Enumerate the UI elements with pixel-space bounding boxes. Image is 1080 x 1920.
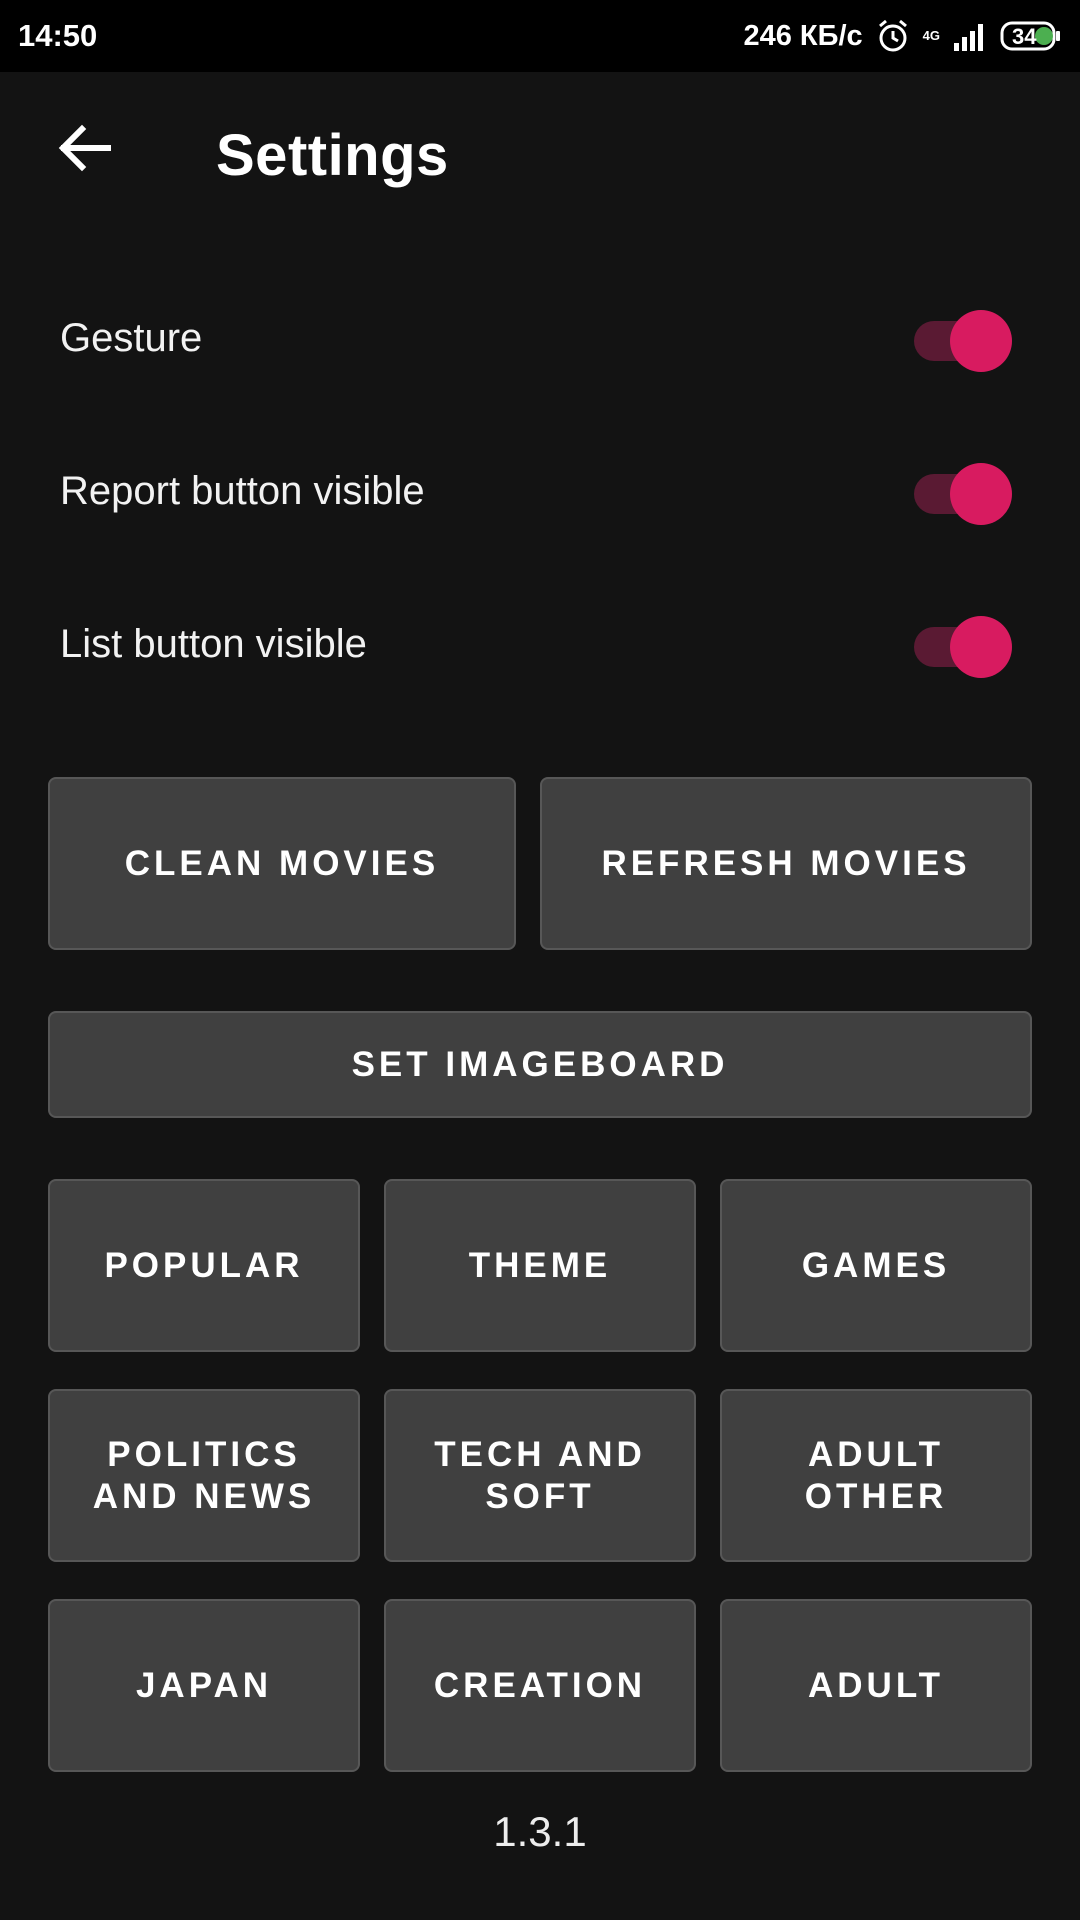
battery-icon: 34 bbox=[1000, 21, 1062, 51]
status-indicators: 246 КБ/с 4G 34 bbox=[743, 14, 1062, 58]
back-button[interactable] bbox=[46, 112, 122, 188]
button-label: SET IMAGEBOARD bbox=[351, 1044, 729, 1084]
app-bar: Settings bbox=[0, 72, 1080, 244]
gesture-switch[interactable] bbox=[912, 310, 1012, 372]
button-label: ADULT bbox=[808, 1665, 944, 1705]
button-label: GAMES bbox=[801, 1245, 951, 1285]
category-theme-button[interactable]: THEME bbox=[384, 1179, 696, 1352]
category-popular-button[interactable]: POPULAR bbox=[48, 1179, 360, 1352]
status-time: 14:50 bbox=[18, 18, 98, 53]
category-adult-other-button[interactable]: ADULT OTHER bbox=[720, 1389, 1032, 1562]
setting-row-list-button: List button visible bbox=[0, 586, 1080, 706]
arrow-left-icon bbox=[56, 123, 112, 178]
network-type: 4G bbox=[922, 28, 940, 43]
button-label: POPULAR bbox=[104, 1245, 304, 1285]
button-label: POLITICS AND NEWS bbox=[92, 1434, 316, 1516]
category-tech-button[interactable]: TECH AND SOFT bbox=[384, 1389, 696, 1562]
switch-thumb bbox=[950, 463, 1012, 525]
clean-movies-button[interactable]: CLEAN MOVIES bbox=[48, 777, 516, 950]
setting-label: List button visible bbox=[60, 622, 367, 666]
setting-row-gesture: Gesture bbox=[0, 280, 1080, 400]
button-label: TECH AND SOFT bbox=[434, 1434, 646, 1516]
category-adult-button[interactable]: ADULT bbox=[720, 1599, 1032, 1772]
status-bar: 14:50 246 КБ/с 4G 34 bbox=[0, 0, 1080, 72]
button-label: THEME bbox=[468, 1245, 612, 1285]
setting-label: Report button visible bbox=[60, 469, 425, 513]
button-label: ADULT OTHER bbox=[804, 1434, 948, 1516]
category-creation-button[interactable]: CREATION bbox=[384, 1599, 696, 1772]
battery-level: 34 bbox=[1012, 24, 1037, 49]
button-label: CREATION bbox=[433, 1665, 647, 1705]
category-japan-button[interactable]: JAPAN bbox=[48, 1599, 360, 1772]
category-politics-button[interactable]: POLITICS AND NEWS bbox=[48, 1389, 360, 1562]
button-label: JAPAN bbox=[135, 1665, 273, 1705]
list-button-switch[interactable] bbox=[912, 616, 1012, 678]
network-speed: 246 КБ/с bbox=[743, 19, 863, 52]
signal-icon bbox=[952, 21, 988, 51]
set-imageboard-button[interactable]: SET IMAGEBOARD bbox=[48, 1011, 1032, 1118]
button-label: CLEAN MOVIES bbox=[124, 843, 440, 883]
switch-thumb bbox=[950, 310, 1012, 372]
page-title: Settings bbox=[216, 123, 449, 188]
app-version: 1.3.1 bbox=[493, 1808, 587, 1855]
setting-row-report-button: Report button visible bbox=[0, 433, 1080, 553]
refresh-movies-button[interactable]: REFRESH MOVIES bbox=[540, 777, 1032, 950]
alarm-icon bbox=[875, 18, 911, 54]
setting-label: Gesture bbox=[60, 316, 203, 360]
report-button-switch[interactable] bbox=[912, 463, 1012, 525]
category-games-button[interactable]: GAMES bbox=[720, 1179, 1032, 1352]
button-label: REFRESH MOVIES bbox=[601, 843, 971, 883]
switch-thumb bbox=[950, 616, 1012, 678]
